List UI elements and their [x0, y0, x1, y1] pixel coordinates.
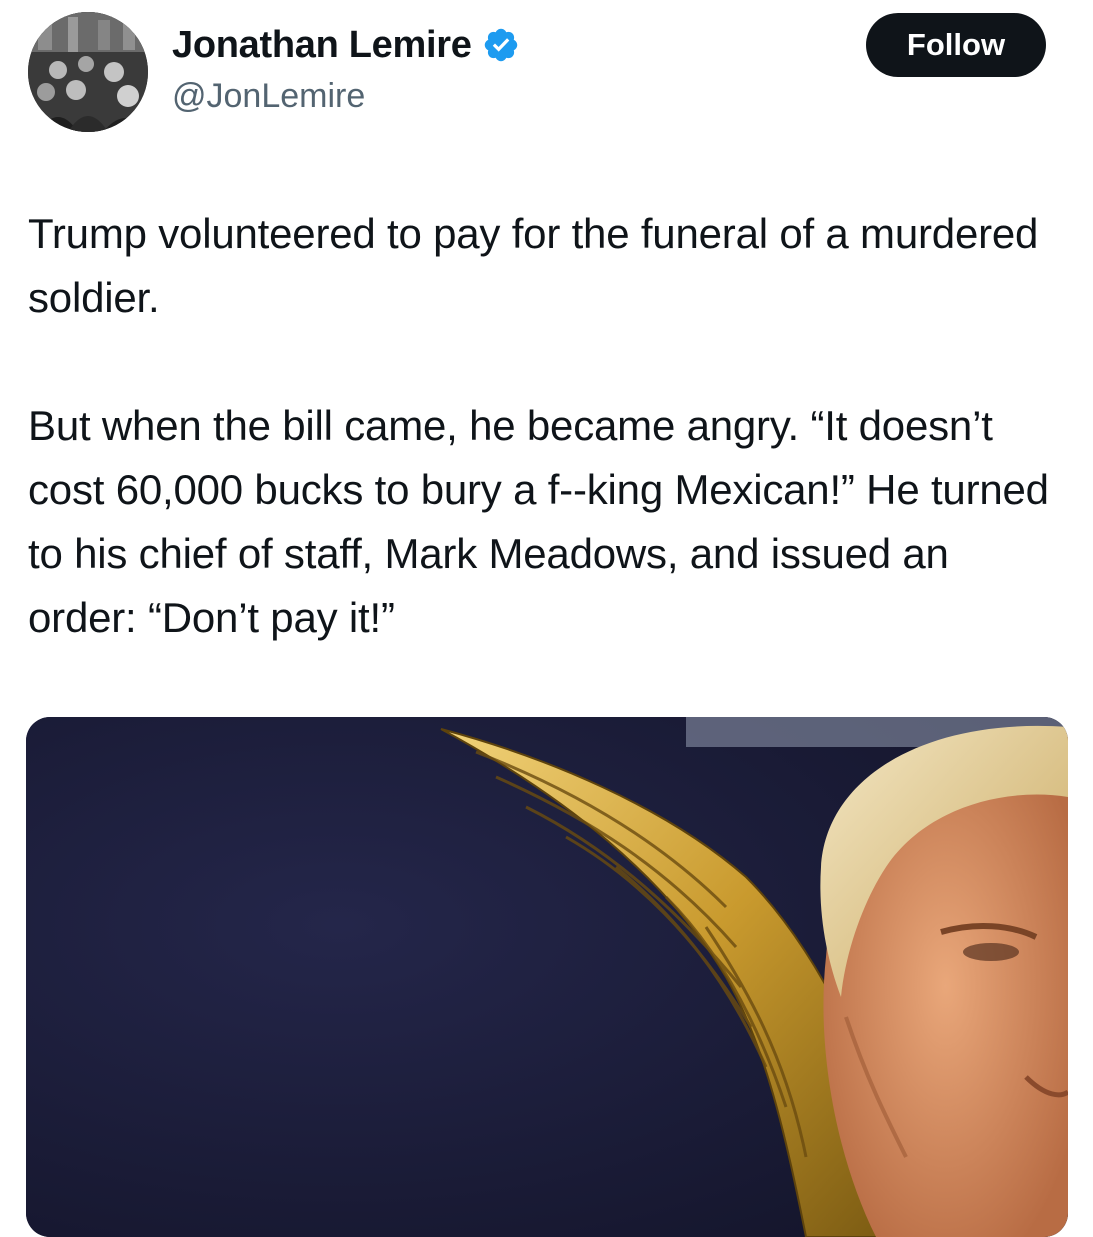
verified-badge-icon [482, 26, 520, 64]
author-display-name[interactable]: Jonathan Lemire [172, 22, 472, 68]
tweet-media-photo[interactable] [26, 717, 1068, 1237]
tweet-header: Jonathan Lemire @JonLemire Follow [0, 0, 1093, 150]
follow-button[interactable]: Follow [866, 13, 1046, 77]
author-name-row: Jonathan Lemire [172, 22, 520, 68]
avatar[interactable] [28, 12, 148, 132]
tweet-text: Trump volunteered to pay for the funeral… [28, 202, 1068, 650]
tweet-paragraph: Trump volunteered to pay for the funeral… [28, 210, 1039, 321]
author-handle[interactable]: @JonLemire [172, 76, 365, 116]
tweet-paragraph: But when the bill came, he became angry.… [28, 402, 1049, 641]
